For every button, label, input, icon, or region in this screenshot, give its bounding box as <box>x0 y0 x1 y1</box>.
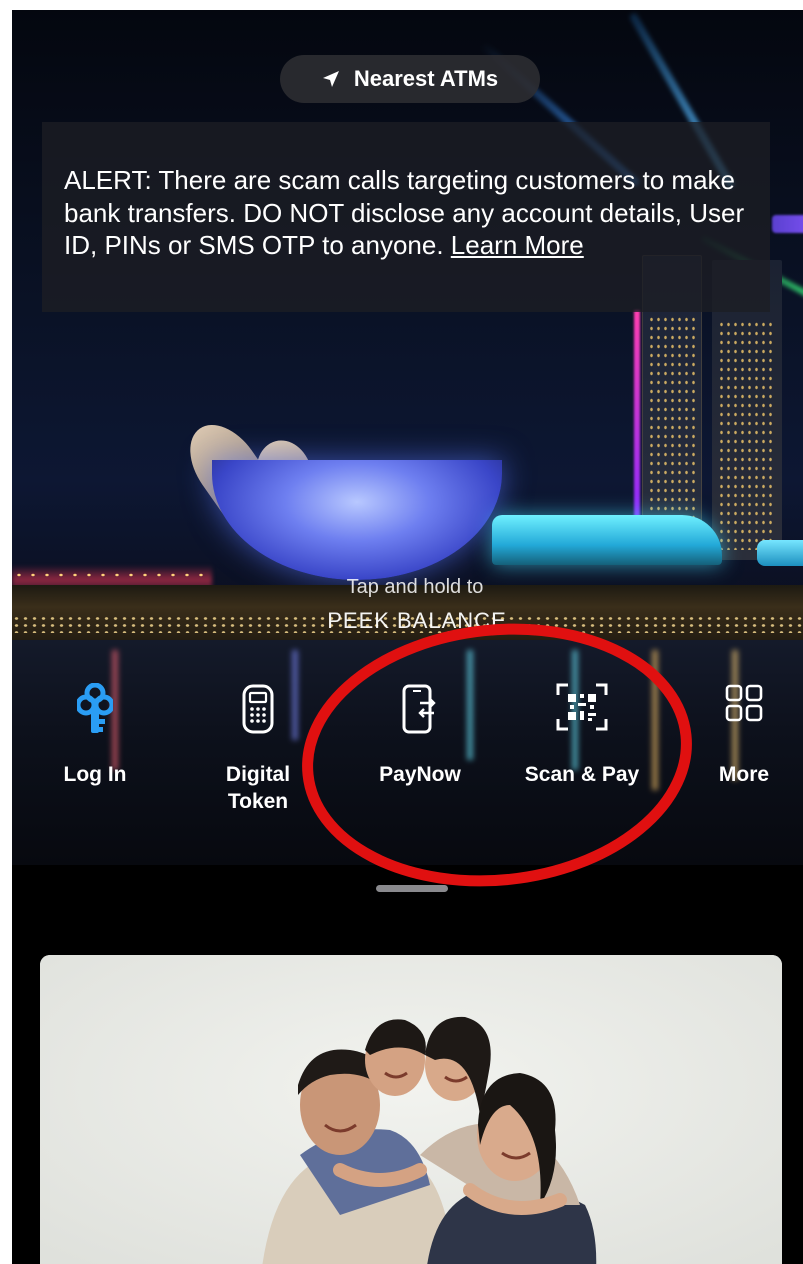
more-label: More <box>718 763 770 786</box>
nearest-atms-label: Nearest ATMs <box>353 66 499 91</box>
digital-token-button[interactable]: Digital Token <box>183 675 333 825</box>
paynow-button[interactable]: PayNow <box>345 675 495 825</box>
grid-icon <box>724 683 764 728</box>
peek-balance-label[interactable]: PEEK BALANCE <box>312 608 522 634</box>
qr-scan-icon <box>556 683 608 736</box>
peek-balance-hint[interactable]: Tap and hold to <box>330 576 500 599</box>
location-arrow-icon <box>322 70 340 88</box>
log-in-button[interactable]: Log In <box>20 675 170 825</box>
scan-and-pay-label: Scan & Pay <box>524 763 640 786</box>
alert-text: ALERT: There are scam calls targeting cu… <box>64 165 745 260</box>
token-device-icon <box>241 683 275 740</box>
scam-alert-banner: ALERT: There are scam calls targeting cu… <box>42 122 770 312</box>
nearest-atms-button[interactable]: Nearest ATMs <box>280 55 540 103</box>
more-button[interactable]: More <box>669 675 803 825</box>
paynow-label: PayNow <box>379 763 461 786</box>
phone-transfer-icon <box>400 683 440 740</box>
learn-more-link[interactable]: Learn More <box>451 230 584 260</box>
quick-actions-row: Log In Digital Token PayNow Scan & Pay M… <box>12 675 803 835</box>
phone-screen: Nearest ATMs ALERT: There are scam calls… <box>12 10 803 1264</box>
key-icon <box>75 682 115 740</box>
drawer-drag-handle[interactable] <box>376 885 448 892</box>
scan-and-pay-button[interactable]: Scan & Pay <box>507 675 657 825</box>
family-photo <box>40 955 782 1264</box>
promo-card[interactable] <box>40 955 782 1264</box>
digital-token-label: Digital Token <box>225 763 291 813</box>
log-in-label: Log In <box>63 763 127 786</box>
